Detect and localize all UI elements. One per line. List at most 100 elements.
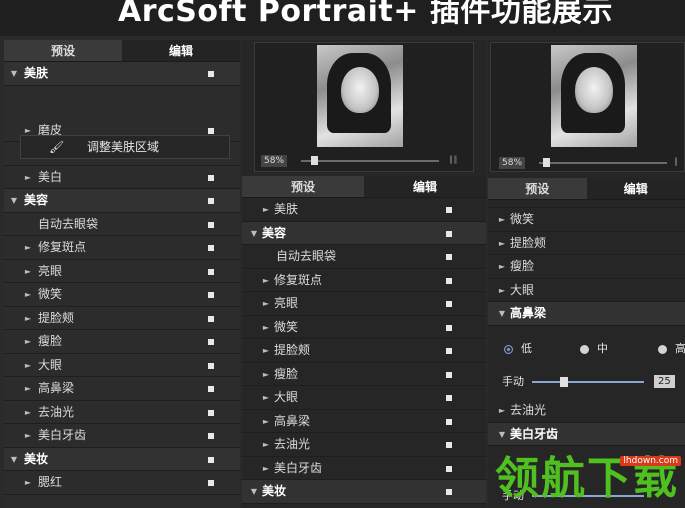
radio-mid[interactable]: 中	[580, 334, 608, 364]
list-item[interactable]: ► 提脸颊	[242, 339, 486, 363]
list-item[interactable]: 自动去眼袋	[4, 213, 240, 236]
toggle-square[interactable]	[208, 433, 214, 439]
toggle-square[interactable]	[446, 301, 452, 307]
zoom-slider-track[interactable]	[301, 160, 439, 162]
toggle-square[interactable]	[208, 198, 214, 204]
list-item[interactable]: ▼ 美妆	[242, 480, 486, 504]
list-item[interactable]: ► 腮红	[4, 471, 240, 495]
tab-edit[interactable]: 编辑	[364, 176, 486, 197]
list-item[interactable]: ► 瘦脸	[488, 255, 685, 279]
list-item[interactable]: ▼ 美容	[4, 189, 240, 213]
toggle-square[interactable]	[446, 207, 452, 213]
list-item[interactable]: ► 亮眼	[4, 260, 240, 283]
list-item[interactable]: ► 提脸颊	[4, 307, 240, 330]
manual-slider-handle[interactable]	[560, 377, 568, 387]
list-item-label: 自动去眼袋	[38, 216, 99, 231]
toggle-square[interactable]	[208, 409, 214, 416]
chevron-right-icon: ►	[24, 431, 32, 440]
list-item-label: 提脸颊	[510, 235, 547, 250]
list-item-label: 大眼	[510, 282, 535, 297]
list-item[interactable]: ► 去油光	[488, 399, 685, 423]
toggle-square[interactable]	[208, 456, 214, 463]
list-item[interactable]: ► 去油光	[242, 433, 486, 457]
list-item[interactable]: ► 美肤	[242, 198, 486, 222]
toggle-square[interactable]	[446, 395, 452, 401]
manual-slider-track[interactable]	[532, 381, 644, 383]
list-item[interactable]: ► 美白牙齿	[4, 424, 240, 448]
list-item[interactable]: ► 美白	[4, 166, 240, 189]
toggle-square[interactable]	[208, 71, 214, 77]
tab-preset[interactable]: 预设	[4, 40, 122, 61]
toggle-square[interactable]	[446, 371, 452, 378]
list-item-label: 去油光	[510, 403, 547, 417]
list-item-label: 大眼	[38, 357, 63, 372]
list-item[interactable]: ► 亮眼	[242, 292, 486, 316]
list-item[interactable]: ► 大眼	[4, 354, 240, 377]
list-item[interactable]: ► 去油光	[4, 401, 240, 424]
list-item[interactable]: ► 瘦脸	[4, 330, 240, 354]
panel-right-list-top: ► 微笑 ► 提脸颊 ► 瘦脸 ► 大眼 ▼ 高鼻梁	[488, 208, 685, 326]
tab-edit[interactable]: 编辑	[122, 40, 240, 61]
toggle-square[interactable]	[208, 362, 214, 369]
adjust-skin-area-button[interactable]: 🖌 调整美肤区域	[20, 135, 230, 159]
list-item[interactable]: ▼ 美肤	[4, 62, 240, 86]
toggle-square[interactable]	[446, 418, 452, 425]
zoom-slider-handle[interactable]	[311, 156, 318, 165]
fit-icon-right[interactable]: ║	[674, 158, 678, 166]
toggle-square[interactable]	[446, 230, 452, 237]
list-item-label: 瘦脸	[274, 366, 299, 381]
list-item[interactable]: ► 美白牙齿	[242, 457, 486, 480]
list-item[interactable]: ► 高鼻梁	[4, 377, 240, 401]
tab-preset[interactable]: 预设	[242, 176, 364, 197]
list-item[interactable]: ► 大眼	[242, 386, 486, 410]
chevron-right-icon: ►	[262, 322, 270, 332]
zoom-slider-handle-right[interactable]	[543, 158, 550, 167]
list-item-label: 美白牙齿	[38, 428, 87, 442]
list-item[interactable]: ► 大眼	[488, 279, 685, 302]
toggle-square[interactable]	[446, 254, 452, 260]
list-item-label: 去油光	[274, 437, 311, 451]
toggle-square[interactable]	[446, 465, 452, 472]
list-item[interactable]: ▼ 美妆	[4, 447, 240, 471]
chevron-right-icon: ►	[262, 299, 270, 308]
manual-value[interactable]: 25	[654, 375, 675, 388]
toggle-square[interactable]	[446, 489, 452, 495]
list-item[interactable]: ▼ 高鼻梁	[488, 302, 685, 326]
chevron-down-icon: ▼	[10, 454, 18, 464]
toggle-square[interactable]	[208, 315, 214, 322]
list-item[interactable]: ► 提脸颊	[488, 232, 685, 255]
fit-icon[interactable]: ║║	[449, 156, 457, 164]
list-item[interactable]: ► 微笑	[4, 283, 240, 307]
tab-preset[interactable]: 预设	[488, 178, 587, 199]
list-item[interactable]: ▼ 美容	[242, 221, 486, 245]
toggle-square[interactable]	[208, 292, 214, 298]
toggle-square[interactable]	[208, 386, 214, 392]
chevron-down-icon: ▼	[250, 228, 258, 238]
list-item[interactable]: ► 微笑	[488, 208, 685, 232]
toggle-square[interactable]	[446, 442, 452, 448]
toggle-square[interactable]	[208, 127, 214, 134]
tab-edit[interactable]: 编辑	[586, 178, 685, 199]
list-item[interactable]: ► 微笑	[242, 316, 486, 339]
toggle-square[interactable]	[208, 339, 214, 345]
toggle-square[interactable]	[208, 480, 214, 486]
zoom-slider-track-right[interactable]	[539, 162, 667, 164]
toggle-square[interactable]	[446, 324, 452, 331]
list-item-label: 微笑	[510, 212, 535, 226]
toggle-square[interactable]	[208, 174, 214, 181]
list-item[interactable]: 自动去眼袋	[242, 245, 486, 269]
toggle-square[interactable]	[208, 245, 214, 251]
toggle-square[interactable]	[208, 268, 214, 275]
radio-high[interactable]: 高	[658, 334, 685, 364]
list-item[interactable]: ► 修复斑点	[4, 236, 240, 260]
list-item[interactable]: ► 高鼻梁	[242, 410, 486, 433]
toggle-square[interactable]	[446, 348, 452, 354]
list-item[interactable]: ► 瘦脸	[242, 363, 486, 386]
brush-icon: 🖌	[49, 140, 65, 154]
radio-low[interactable]: 低	[504, 334, 532, 364]
list-item[interactable]: ► 修复斑点	[242, 269, 486, 292]
toggle-square[interactable]	[446, 277, 452, 284]
chevron-right-icon: ►	[498, 262, 506, 271]
radio-icon	[580, 344, 589, 354]
toggle-square[interactable]	[208, 221, 214, 228]
